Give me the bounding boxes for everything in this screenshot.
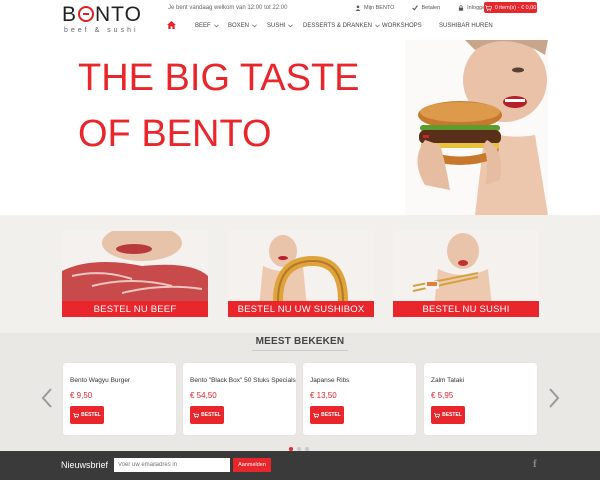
product-name[interactable]: Zalm Tataki: [431, 377, 464, 384]
nav-workshops[interactable]: WORKSHOPS: [382, 20, 422, 32]
subscribe-button[interactable]: Aanmelden: [233, 458, 271, 472]
chevron-down-icon: [252, 24, 257, 28]
order-button-label: BESTEL: [201, 412, 221, 418]
product-name[interactable]: Bento "Black Box" 50 Stuks Specials: [190, 377, 296, 384]
nav-sushibar-label: SUSHIBAR HUREN: [439, 23, 493, 29]
nav-sushi[interactable]: SUSHI: [267, 20, 294, 32]
order-button-label: BESTEL: [442, 412, 462, 418]
hero-title-line1: THE BIG TASTE: [78, 57, 360, 99]
product-name[interactable]: Bento Wagyu Burger: [70, 377, 130, 384]
lock-icon: [459, 5, 464, 11]
facebook-icon[interactable]: f: [533, 458, 537, 470]
nav-workshops-label: WORKSHOPS: [382, 23, 422, 29]
main-nav: BEEF BOXEN SUSHI DESSERTS & DRANKEN WORK…: [0, 20, 600, 32]
product-price: € 13,50: [310, 391, 337, 400]
order-button[interactable]: BESTEL: [431, 406, 465, 424]
nav-sushibar[interactable]: SUSHIBAR HUREN: [439, 20, 493, 32]
hero-title-line2: OF BENTO: [78, 113, 272, 155]
carousel-prev-icon[interactable]: [41, 388, 53, 408]
cart-icon: [313, 412, 320, 418]
product-card[interactable]: Zalm Tataki € 5,95 BESTEL: [424, 363, 537, 435]
order-button-label: BESTEL: [321, 412, 341, 418]
cart-icon: [193, 412, 200, 418]
most-viewed-section: MEEST BEKEKEN Bento Wagyu Burger € 9,50 …: [0, 333, 600, 451]
nav-desserts[interactable]: DESSERTS & DRANKEN: [303, 20, 380, 32]
checkmark-icon: [412, 5, 419, 11]
promo-sushibox-label: BESTEL NU UW SUSHIBOX: [228, 301, 374, 317]
cart-button[interactable]: 0 item(s) - € 0,00: [484, 2, 537, 13]
opening-hours-text: Je bent vandaag welkom van 12:00 tot 22:…: [168, 5, 288, 11]
nav-beef-label: BEEF: [195, 23, 211, 29]
product-name[interactable]: Japanse Ribs: [310, 377, 349, 384]
order-button[interactable]: BESTEL: [310, 406, 344, 424]
title-divider: [252, 350, 348, 351]
nav-boxen[interactable]: BOXEN: [228, 20, 257, 32]
my-account-link[interactable]: Mijn BENTO: [355, 4, 394, 12]
order-button[interactable]: BESTEL: [190, 406, 224, 424]
order-button[interactable]: BESTEL: [70, 406, 104, 424]
newsletter-email-input[interactable]: [114, 458, 230, 472]
pay-label: Betalen: [421, 5, 441, 11]
cart-icon: [73, 412, 80, 418]
product-price: € 54,50: [190, 391, 217, 400]
hero-burger-photo: [405, 40, 548, 215]
nav-beef[interactable]: BEEF: [195, 20, 219, 32]
nav-desserts-label: DESSERTS & DRANKEN: [303, 23, 372, 29]
chevron-down-icon: [288, 24, 294, 28]
product-price: € 9,50: [70, 391, 93, 400]
promo-sushibox[interactable]: BESTEL NU UW SUSHIBOX: [228, 231, 374, 317]
chevron-down-icon: [375, 24, 380, 28]
cart-icon: [484, 4, 492, 11]
promo-beef[interactable]: BESTEL NU BEEF: [62, 231, 208, 317]
promo-band: BESTEL NU BEEF BESTEL NU UW SUSHIBOX BES…: [0, 215, 600, 333]
site-header: B NTO beef & sushi Je bent vandaag welkom…: [0, 0, 600, 40]
carousel-next-icon[interactable]: [548, 388, 560, 408]
product-card[interactable]: Bento "Black Box" 50 Stuks Specials € 54…: [183, 363, 296, 435]
promo-beef-label: BESTEL NU BEEF: [62, 301, 208, 317]
newsletter-label: Nieuwsbrief: [61, 460, 109, 470]
chevron-down-icon: [213, 24, 219, 28]
cart-summary: 0 item(s) - € 0,00: [494, 4, 537, 11]
product-card[interactable]: Bento Wagyu Burger € 9,50 BESTEL: [63, 363, 176, 435]
promo-sushi[interactable]: BESTEL NU SUSHI: [393, 231, 539, 317]
product-card[interactable]: Japanse Ribs € 13,50 BESTEL: [303, 363, 416, 435]
pay-link[interactable]: Betalen: [412, 4, 440, 12]
nav-boxen-label: BOXEN: [228, 23, 250, 29]
hero-banner[interactable]: THE BIG TASTE OF BENTO: [0, 40, 600, 215]
user-icon: [355, 5, 361, 11]
most-viewed-title: MEEST BEKEKEN: [255, 336, 345, 347]
product-price: € 5,95: [431, 391, 454, 400]
newsletter-footer: Nieuwsbrief Aanmelden f: [0, 451, 600, 480]
promo-sushi-label: BESTEL NU SUSHI: [393, 301, 539, 317]
order-button-label: BESTEL: [81, 412, 101, 418]
cart-icon: [434, 412, 441, 418]
my-account-label: Mijn BENTO: [364, 5, 395, 11]
nav-sushi-label: SUSHI: [267, 23, 286, 29]
